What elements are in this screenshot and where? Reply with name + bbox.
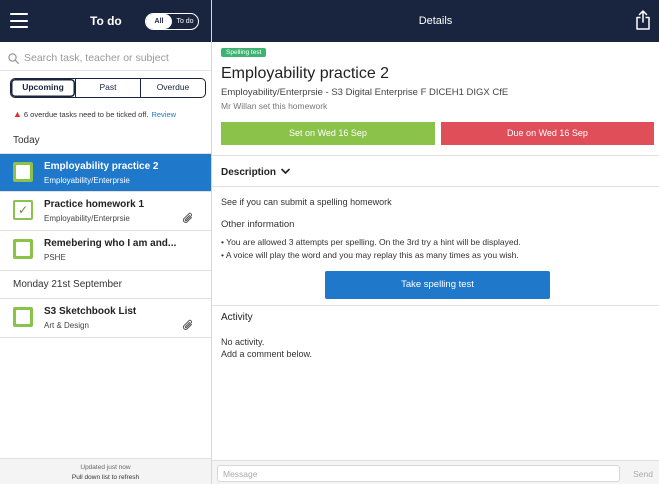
tab-overdue[interactable]: Overdue (140, 79, 205, 97)
set-date-banner: Set on Wed 16 Sep (221, 122, 435, 145)
detail-teacher: Mr Willan set this homework (221, 101, 328, 111)
task-item[interactable]: S3 Sketchbook List Art & Design (0, 299, 211, 336)
message-input[interactable] (217, 465, 620, 482)
activity-text: Add a comment below. (221, 349, 313, 359)
task-type-badge: Spelling test (221, 48, 267, 57)
hamburger-menu-icon[interactable] (10, 13, 28, 28)
task-item[interactable]: Employability practice 2 Employability/E… (0, 154, 211, 191)
warning-icon: ▲ (13, 109, 22, 119)
divider (0, 270, 211, 271)
take-spelling-test-button[interactable]: Take spelling test (325, 271, 550, 299)
send-button[interactable]: Send (633, 469, 653, 479)
review-link[interactable]: Review (151, 110, 176, 119)
info-bullet: • You are allowed 3 attempts per spellin… (221, 237, 521, 247)
tab-upcoming[interactable]: Upcoming (11, 79, 75, 97)
share-icon[interactable] (635, 10, 651, 30)
task-tabs: Upcoming Past Overdue (10, 78, 206, 98)
refresh-hint: Pull down list to refresh (71, 474, 140, 481)
page-title: To do (90, 14, 122, 28)
paperclip-icon (182, 319, 192, 330)
left-header: To do All To do (0, 0, 211, 42)
paperclip-icon (182, 212, 192, 223)
list-footer: Updated just now Pull down list to refre… (0, 458, 211, 484)
tab-past[interactable]: Past (75, 79, 140, 97)
overdue-warning-text: 6 overdue tasks need to be ticked off. (23, 109, 149, 119)
task-item[interactable]: ✓ Practice homework 1 Employability/Ente… (0, 192, 211, 229)
detail-subtitle: Employability/Enterprsie - S3 Digital En… (221, 87, 509, 98)
description-text: See if you can submit a spelling homewor… (221, 197, 392, 207)
info-bullet: • A voice will play the word and you may… (221, 250, 519, 260)
task-title: S3 Sketchbook List (44, 306, 137, 317)
section-heading-monday: Monday 21st September (13, 279, 122, 290)
toggle-todo[interactable]: To do (172, 14, 198, 29)
panel-divider (211, 0, 212, 484)
task-title: Employability practice 2 (44, 161, 159, 172)
task-subject: PSHE (44, 253, 66, 262)
task-title: Practice homework 1 (44, 199, 145, 210)
task-checkbox[interactable] (13, 307, 33, 327)
due-date-banner: Due on Wed 16 Sep (441, 122, 654, 145)
detail-title: Employability practice 2 (221, 65, 390, 82)
activity-heading: Activity (221, 312, 253, 323)
task-subject: Employability/Enterprsie (44, 214, 130, 223)
chevron-down-icon (280, 168, 290, 174)
task-subject: Employability/Enterprsie (44, 176, 130, 185)
divider (212, 305, 659, 306)
task-checkbox[interactable] (13, 239, 33, 259)
task-title: Remebering who I am and... (44, 238, 177, 249)
other-info-heading: Other information (221, 219, 295, 230)
details-title: Details (418, 15, 453, 27)
divider (0, 337, 211, 338)
comment-composer: Send (212, 460, 659, 484)
task-item[interactable]: Remebering who I am and... PSHE (0, 231, 211, 268)
search-icon (8, 52, 19, 64)
divider (212, 186, 659, 187)
section-heading-today: Today (13, 135, 40, 146)
task-checkbox[interactable] (13, 162, 33, 182)
search-placeholder[interactable]: Search task, teacher or subject (24, 52, 169, 64)
task-checkbox-checked[interactable]: ✓ (13, 200, 33, 220)
right-header: Details (212, 0, 659, 42)
description-toggle[interactable]: Description (221, 167, 290, 178)
search-divider (0, 70, 211, 71)
activity-text: No activity. (221, 337, 265, 347)
toggle-all[interactable]: All (146, 14, 172, 29)
updated-status: Updated just now (80, 464, 131, 471)
overdue-warning: ▲ 6 overdue tasks need to be ticked off.… (13, 109, 176, 119)
description-heading: Description (221, 167, 277, 178)
filter-toggle[interactable]: All To do (145, 13, 199, 30)
divider (212, 155, 659, 156)
checkmark-icon: ✓ (15, 202, 31, 218)
task-subject: Art & Design (44, 321, 89, 330)
search-bar[interactable]: Search task, teacher or subject (8, 50, 203, 66)
